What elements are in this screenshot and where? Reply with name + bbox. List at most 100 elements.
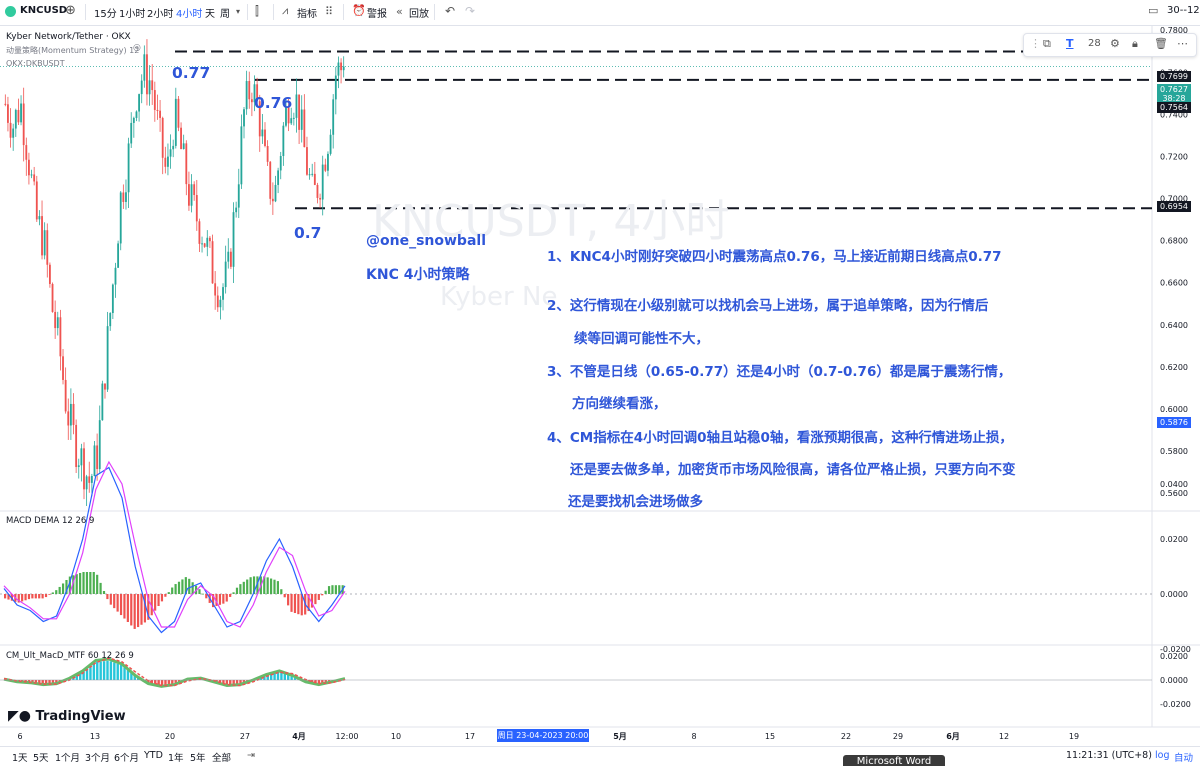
macd-histogram-bar [280,589,283,594]
interval-dropdown-icon[interactable]: ▾ [236,7,240,16]
range-all[interactable]: 全部 [212,750,231,764]
alert-button[interactable]: 警报 [367,5,387,20]
macd-histogram-bar [239,584,242,594]
candle-body [290,118,293,124]
price-tag-0769: 0.7699 [1157,71,1191,82]
macd-histogram-bar [324,590,327,594]
candle-body [33,174,36,182]
range-6m[interactable]: 6个月 [114,750,139,764]
lock-icon[interactable]: 🔒︎ [1132,37,1138,51]
range-5y[interactable]: 5年 [190,750,206,764]
cm-tick-label: 0.0000 [1160,676,1188,685]
cm-histogram-bar [123,667,126,680]
settings-icon[interactable]: ⚙ [1110,37,1120,50]
macd-histogram-bar [38,594,41,599]
indicators-icon[interactable]: ⩘ [282,4,288,18]
cm-histogram-bar [96,661,99,680]
candle-body [319,197,321,200]
tv-logo-text: TradingView [35,709,126,724]
range-1m[interactable]: 1个月 [55,750,80,764]
range-5d[interactable]: 5天 [33,750,49,764]
interval-4h[interactable]: 4小时 [176,5,202,20]
candle-body [25,145,28,160]
candle-body [7,104,9,123]
candle-body [245,81,248,110]
clock[interactable]: 11:21:31 (UTC+8) [1066,750,1152,761]
indicators-button[interactable]: 指标 [297,5,317,20]
watermark-name: Kyber Ne [440,282,558,312]
undo-icon[interactable]: ↶ [445,4,455,18]
layout-icon[interactable]: ▭ [1148,4,1158,17]
delete-icon[interactable]: 🗑︎ [1154,37,1168,50]
goto-date-icon[interactable]: ⇥ [247,750,255,761]
range-1d[interactable]: 1天 [12,750,28,764]
alert-icon[interactable]: ⏰ [352,4,366,17]
eye-icon[interactable]: ◎ [133,43,141,53]
macd-histogram-bar [327,586,331,594]
macd-histogram-bar [314,594,317,605]
candle-body [201,243,203,245]
cm-tick-label: 0.0200 [1160,652,1188,661]
macd-histogram-bar [160,594,164,602]
main-legend-title[interactable]: Kyber Network/Tether · OKX [6,32,131,42]
macd-tick-label: 0.0200 [1160,535,1188,544]
template-icon[interactable]: ⧉ [1043,37,1051,51]
replay-button[interactable]: 回放 [409,5,429,20]
more-icon[interactable]: ⋯ [1177,37,1188,50]
range-1y[interactable]: 1年 [168,750,184,764]
add-symbol-icon[interactable]: ⊕ [65,3,76,18]
interval-1w[interactable]: 周 [220,5,230,20]
candle-body [214,283,217,296]
font-size-value[interactable]: 28 [1088,38,1101,49]
taskbar-word-label[interactable]: Microsoft Word [843,755,945,766]
interval-1d[interactable]: 天 [205,5,215,20]
templates-icon[interactable]: ⠿ [325,5,333,18]
replay-icon[interactable]: « [396,5,403,18]
redo-icon[interactable]: ↷ [465,4,475,18]
symbol-search-button[interactable]: KNCUSD [20,5,67,16]
candle-body [282,125,285,157]
candle-body [88,476,91,483]
candle-body [311,173,314,175]
macd-histogram-bar [242,581,245,594]
macd-legend[interactable]: MACD DEMA 12 26 9 [6,516,94,526]
interval-15m[interactable]: 15分 [94,5,117,20]
strategy-legend[interactable]: 动量策略(Momentum Strategy) 12 [6,45,139,56]
candle-body [51,283,54,312]
candle-type-icon[interactable]: ⫿ [255,4,259,19]
macd-histogram-bar [55,590,58,594]
candle-body [216,295,219,308]
chart-canvas[interactable]: 0.78000.76000.74000.72000.70000.68000.66… [0,26,1200,747]
text-tool-icon[interactable]: T [1066,37,1074,50]
candle-body [59,317,62,357]
sub-symbol-legend[interactable]: OKX:DKBUSDT [6,59,65,68]
candle-body [243,109,245,127]
candle-body [240,126,243,185]
macd-histogram-bar [27,594,31,600]
horizontal-lines [0,50,1152,595]
candle-body [261,129,264,137]
macd-histogram-bar [79,572,82,594]
candle-body [54,311,57,329]
macd-histogram-bar [334,585,337,594]
symbol-logo-icon [5,6,16,17]
range-ytd[interactable]: YTD [144,750,163,761]
candle-body [250,99,253,103]
layout-name[interactable]: 30--12 [1167,5,1200,16]
cm-legend[interactable]: CM_Ult_MacD_MTF 60 12 26 9 [6,651,134,661]
interval-1h[interactable]: 1小时 [119,5,145,20]
drag-handle-icon[interactable]: ⋮ [1030,37,1041,50]
interval-2h[interactable]: 2小时 [147,5,173,20]
range-3m[interactable]: 3个月 [85,750,110,764]
candle-body [269,161,272,199]
tradingview-logo[interactable]: ◤● TradingView [8,708,126,724]
candle-body [130,122,133,144]
candle-body [222,287,224,300]
bottom-toolbar: 1天 5天 1个月 3个月 6个月 YTD 1年 5年 全部 ⇥ 11:21:3… [0,746,1200,767]
auto-toggle[interactable]: 自动 [1174,750,1193,764]
log-toggle[interactable]: log [1155,750,1169,761]
macd-histogram-bar [218,594,222,605]
candle-body [298,94,301,130]
candle-body [98,420,101,470]
macd-tick-label: 0.0000 [1160,590,1188,599]
